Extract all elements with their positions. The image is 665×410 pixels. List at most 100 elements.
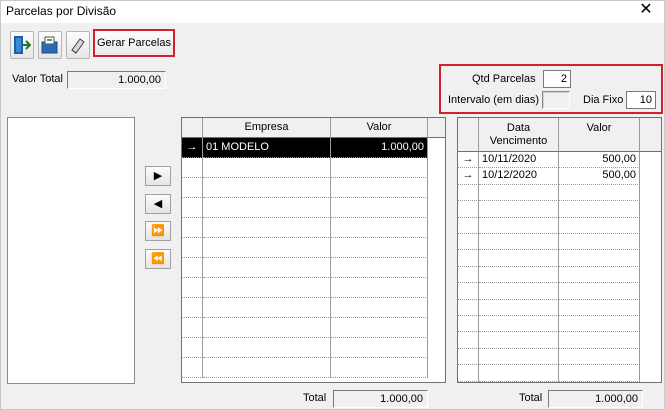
row-indicator[interactable] [458, 250, 479, 267]
row-indicator[interactable] [182, 278, 203, 298]
column-header-data-vencimento[interactable]: Data Vencimento [479, 118, 559, 152]
cell-empresa[interactable] [203, 318, 331, 338]
row-indicator[interactable]: → [182, 138, 203, 158]
cell-valor-parcela[interactable] [559, 217, 640, 234]
cell-valor[interactable] [331, 218, 428, 238]
column-header-empresa[interactable]: Empresa [203, 118, 331, 138]
cell-valor-parcela[interactable] [559, 348, 640, 366]
row-indicator[interactable] [458, 217, 479, 234]
open-button[interactable] [38, 31, 62, 59]
parcelas-total-field: 1.000,00 [548, 390, 643, 408]
cell-data-vencimento[interactable] [479, 250, 559, 267]
empresa-grid[interactable]: Empresa Valor → 01 MODELO 1.000,00 [181, 117, 446, 383]
dia-fixo-input[interactable]: 10 [626, 91, 656, 109]
cell-empresa[interactable] [203, 338, 331, 358]
cell-data-vencimento[interactable] [479, 184, 559, 202]
row-indicator[interactable] [182, 298, 203, 318]
cell-data-vencimento[interactable] [479, 217, 559, 234]
row-indicator[interactable]: → [458, 168, 479, 185]
cell-valor[interactable] [331, 238, 428, 258]
cell-data-vencimento[interactable] [479, 332, 559, 349]
row-indicator[interactable] [458, 234, 479, 251]
cell-data-vencimento[interactable] [479, 266, 559, 284]
cell-valor-parcela[interactable] [559, 283, 640, 300]
cell-empresa[interactable]: 01 MODELO [203, 138, 331, 158]
row-indicator[interactable] [182, 358, 203, 378]
cell-valor[interactable] [331, 298, 428, 318]
cell-valor-parcela[interactable] [559, 234, 640, 251]
cell-valor-parcela[interactable] [559, 184, 640, 202]
cell-empresa[interactable] [203, 178, 331, 198]
parcelas-grid[interactable]: Data Vencimento Valor → 10/11/2020 500,00 →… [457, 117, 662, 383]
row-indicator[interactable] [182, 158, 203, 178]
row-indicator[interactable] [182, 218, 203, 238]
row-indicator[interactable] [458, 332, 479, 349]
exit-door-icon [14, 36, 31, 54]
cell-data-vencimento[interactable] [479, 365, 559, 382]
row-indicator[interactable] [458, 299, 479, 316]
qtd-parcelas-input[interactable]: 2 [543, 70, 571, 88]
cell-data-vencimento[interactable]: 10/12/2020 [479, 168, 559, 185]
cell-valor[interactable] [331, 318, 428, 338]
qtd-parcelas-label: Qtd Parcelas [472, 73, 536, 85]
cell-valor[interactable] [331, 178, 428, 198]
cell-data-vencimento[interactable] [479, 283, 559, 300]
cell-data-vencimento[interactable]: 10/11/2020 [479, 152, 559, 169]
row-indicator[interactable] [182, 338, 203, 358]
column-header-valor[interactable]: Valor [331, 118, 428, 138]
row-indicator[interactable]: → [458, 152, 479, 169]
move-left-button[interactable]: ◀ [145, 194, 171, 214]
cell-empresa[interactable] [203, 158, 331, 178]
row-indicator[interactable] [182, 318, 203, 338]
cell-data-vencimento[interactable] [479, 316, 559, 333]
cell-valor-parcela[interactable] [559, 365, 640, 382]
cell-valor-parcela[interactable] [559, 266, 640, 284]
move-all-left-button[interactable]: ⏪ [145, 249, 171, 269]
cell-empresa[interactable] [203, 218, 331, 238]
row-indicator[interactable] [458, 348, 479, 366]
row-indicator[interactable] [458, 283, 479, 300]
gerar-parcelas-button[interactable]: Gerar Parcelas [93, 29, 175, 57]
row-indicator[interactable] [458, 316, 479, 333]
row-indicator[interactable] [182, 178, 203, 198]
exit-button[interactable] [10, 31, 34, 59]
cell-valor-parcela[interactable] [559, 201, 640, 218]
cell-empresa[interactable] [203, 278, 331, 298]
cell-valor-parcela[interactable] [559, 332, 640, 349]
cell-valor[interactable] [331, 258, 428, 278]
row-indicator[interactable] [458, 184, 479, 202]
row-indicator[interactable] [182, 198, 203, 218]
cell-data-vencimento[interactable] [479, 348, 559, 366]
row-indicator[interactable] [458, 365, 479, 382]
cell-valor-parcela[interactable]: 500,00 [559, 168, 640, 185]
move-all-right-button[interactable]: ⏩ [145, 221, 171, 241]
valor-total-label: Valor Total [12, 73, 63, 85]
column-header-valor-parcela[interactable]: Valor [559, 118, 640, 152]
cell-valor[interactable] [331, 338, 428, 358]
row-indicator[interactable] [458, 201, 479, 218]
cell-valor[interactable] [331, 158, 428, 178]
move-right-button[interactable]: ▶ [145, 166, 171, 186]
cell-data-vencimento[interactable] [479, 234, 559, 251]
cell-valor-parcela[interactable] [559, 316, 640, 333]
cell-valor[interactable] [331, 278, 428, 298]
cell-empresa[interactable] [203, 358, 331, 378]
cell-valor[interactable] [331, 198, 428, 218]
eraser-button[interactable] [66, 31, 90, 59]
row-indicator[interactable] [458, 266, 479, 284]
divisions-listbox[interactable] [7, 117, 135, 384]
cell-empresa[interactable] [203, 298, 331, 318]
cell-empresa[interactable] [203, 258, 331, 278]
cell-data-vencimento[interactable] [479, 299, 559, 316]
row-indicator[interactable] [182, 238, 203, 258]
cell-valor-parcela[interactable] [559, 299, 640, 316]
close-button[interactable]: ✕ [628, 0, 664, 21]
cell-valor-parcela[interactable] [559, 250, 640, 267]
cell-valor[interactable]: 1.000,00 [331, 138, 428, 158]
cell-valor-parcela[interactable]: 500,00 [559, 152, 640, 169]
cell-empresa[interactable] [203, 238, 331, 258]
cell-data-vencimento[interactable] [479, 201, 559, 218]
cell-valor[interactable] [331, 358, 428, 378]
row-indicator[interactable] [182, 258, 203, 278]
cell-empresa[interactable] [203, 198, 331, 218]
